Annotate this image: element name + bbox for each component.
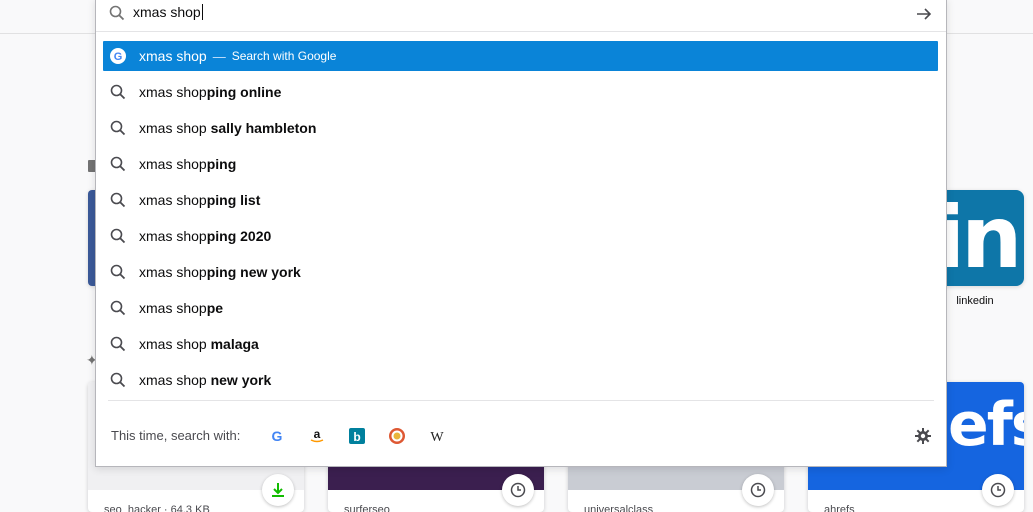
urlbar-divider	[96, 31, 946, 32]
suggestion-completion-text: pe	[206, 300, 224, 316]
card-caption: surferseo	[344, 504, 390, 512]
linkedin-logo: in	[935, 190, 1023, 286]
url-input[interactable]: xmas shop	[133, 4, 203, 20]
one-off-divider	[108, 400, 934, 401]
suggestion-item[interactable]: xmas shop ping 2020	[103, 218, 938, 254]
suggestion-item[interactable]: xmas shop ping new york	[103, 254, 938, 290]
suggestion-item[interactable]: xmas shop malaga	[103, 326, 938, 362]
suggestion-separator: —	[212, 48, 226, 64]
suggestion-base-text: xmas shop	[139, 192, 207, 208]
suggestion-base-text: xmas shop	[139, 372, 207, 388]
search-icon	[109, 371, 127, 389]
svg-text:b: b	[353, 430, 360, 444]
search-icon	[109, 263, 127, 281]
suggestion-item[interactable]: xmas shop sally hambleton	[103, 110, 938, 146]
urlbar-popup: xmas shop G xmas shop — Search with Goog…	[95, 0, 947, 467]
search-icon	[109, 191, 127, 209]
duckduckgo-icon	[389, 428, 405, 444]
suggestion-completion-text: malaga	[206, 336, 259, 352]
suggestion-item[interactable]: xmas shop ping list	[103, 182, 938, 218]
suggestion-completion-text: new york	[206, 372, 272, 388]
suggestion-completion-text: ping online	[206, 84, 282, 100]
suggestion-base-text: xmas shop	[139, 336, 207, 352]
history-clock-icon	[742, 474, 774, 506]
suggestion-base-text: xmas shop	[139, 264, 207, 280]
card-caption: seo_hacker · 64.3 KB	[104, 504, 210, 512]
download-icon	[262, 474, 294, 506]
card-caption: ahrefs	[824, 504, 855, 512]
card-caption: universalclass	[584, 504, 654, 512]
suggestion-completion-text: ping	[206, 156, 237, 172]
ahrefs-logo-text: efs	[948, 390, 1024, 460]
svg-text:G: G	[272, 428, 283, 444]
top-site-label-linkedin: linkedin	[956, 295, 994, 307]
suggestion-item[interactable]: xmas shop pe	[103, 290, 938, 326]
svg-text:a: a	[314, 428, 321, 441]
suggestion-base-text: xmas shop	[139, 120, 207, 136]
suggestion-item[interactable]: xmas shop new york	[103, 362, 938, 398]
google-icon: G	[109, 47, 127, 65]
one-off-google-button[interactable]: G	[266, 425, 288, 447]
suggestion-completion-text: ping new york	[206, 264, 301, 280]
one-off-wikipedia-button[interactable]: W	[426, 425, 448, 447]
search-settings-button[interactable]	[912, 425, 934, 447]
suggestion-completion-text: ping list	[206, 192, 261, 208]
one-off-duckduckgo-button[interactable]	[386, 425, 408, 447]
search-icon	[109, 299, 127, 317]
suggestion-base-text: xmas shop	[139, 300, 207, 316]
history-clock-icon	[982, 474, 1014, 506]
url-bar[interactable]: xmas shop	[96, 0, 946, 30]
svg-text:W: W	[430, 430, 444, 444]
suggestion-base-text: xmas shop	[139, 228, 207, 244]
suggestion-search-with-google[interactable]: G xmas shop — Search with Google	[103, 41, 938, 71]
google-icon: G	[272, 428, 283, 444]
go-arrow-button[interactable]	[912, 2, 936, 26]
suggestion-item[interactable]: xmas shop ping online	[103, 74, 938, 110]
suggestion-query: xmas shop	[139, 48, 207, 64]
one-off-search-label: This time, search with:	[111, 428, 241, 443]
text-caret	[201, 4, 203, 20]
suggestion-list: G xmas shop — Search with Google xmas sh…	[103, 41, 938, 398]
suggestion-item[interactable]: xmas shop ping	[103, 146, 938, 182]
amazon-icon: a	[310, 428, 324, 443]
bing-icon: b	[349, 428, 365, 444]
one-off-bing-button[interactable]: b	[346, 425, 368, 447]
search-icon	[109, 335, 127, 353]
suggestion-base-text: xmas shop	[139, 156, 207, 172]
history-clock-icon	[502, 474, 534, 506]
suggestion-action-text: Search with Google	[231, 49, 337, 63]
search-icon	[109, 155, 127, 173]
search-icon	[109, 119, 127, 137]
wikipedia-icon: W	[430, 430, 444, 444]
svg-text:G: G	[114, 51, 123, 63]
search-icon	[109, 83, 127, 101]
suggestion-base-text: xmas shop	[139, 84, 207, 100]
search-icon	[109, 5, 125, 26]
gear-icon	[915, 428, 931, 444]
search-icon	[109, 227, 127, 245]
suggestion-completion-text: sally hambleton	[206, 120, 317, 136]
one-off-amazon-button[interactable]: a	[306, 425, 328, 447]
suggestion-completion-text: ping 2020	[206, 228, 272, 244]
